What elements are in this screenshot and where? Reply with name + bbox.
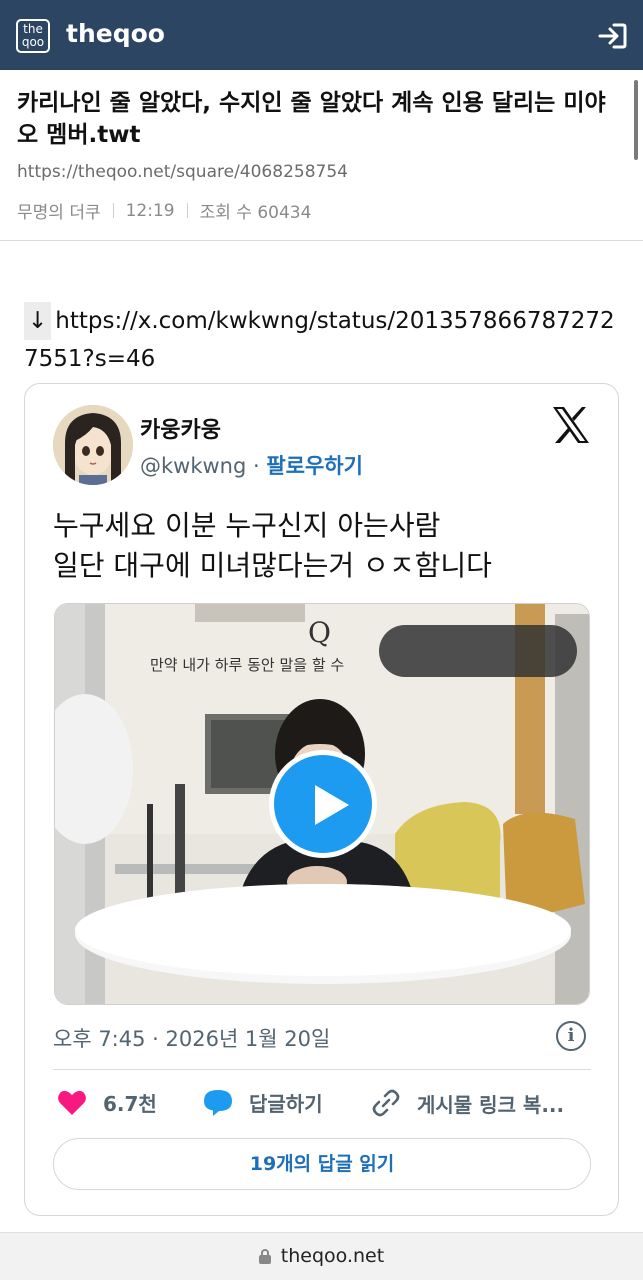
article-title: 카리나인 줄 알았다, 수지인 줄 알았다 계속 인용 달리는 미야오 멤버.t…	[17, 90, 606, 148]
handle-dot: ·	[246, 454, 267, 478]
x-logo-icon[interactable]	[551, 406, 591, 444]
article-views: 조회 수 60434	[199, 203, 312, 223]
reply-bubble-icon	[204, 1089, 232, 1116]
tweet-embed-card: 카웅카웅 @kwkwng · 팔로우하기 누구세요 이분 누구신지 아는사람 일…	[24, 383, 619, 1216]
meta-divider	[112, 203, 114, 218]
top-bar: the qoo theqoo	[0, 0, 643, 70]
browser-address-bar[interactable]: theqoo.net	[0, 1232, 643, 1280]
article-meta: 무명의 더쿠 12:19 조회 수 60434	[17, 198, 312, 224]
theqoo-logo[interactable]: the qoo	[16, 19, 50, 53]
video-caption: 만약 내가 하루 동안 말을 할 수	[150, 656, 345, 674]
info-icon[interactable]: i	[556, 1021, 586, 1051]
article-url[interactable]: https://theqoo.net/square/4068258754	[17, 162, 348, 182]
reply-label: 답글하기	[249, 1092, 323, 1116]
play-button-icon[interactable]	[269, 750, 377, 858]
copy-link-label: 게시물 링크 복...	[417, 1092, 565, 1117]
avatar[interactable]	[53, 405, 133, 485]
heart-icon	[58, 1090, 86, 1115]
video-overlay-pill	[379, 625, 577, 677]
copy-link-button[interactable]: 게시물 링크 복...	[371, 1088, 564, 1118]
lock-icon	[258, 1248, 271, 1264]
login-arrow-icon[interactable]	[597, 22, 627, 50]
site-brand[interactable]: theqoo	[66, 19, 165, 48]
card-divider	[53, 1069, 591, 1070]
tweet-handle[interactable]: @kwkwng	[140, 454, 246, 478]
source-link[interactable]: https://x.com/kwkwng/status/201357866787…	[24, 308, 615, 372]
header-divider	[0, 240, 643, 241]
tweet-display-name[interactable]: 카웅카웅	[140, 412, 221, 444]
read-replies-button[interactable]: 19개의 답글 읽기	[53, 1138, 591, 1190]
address-domain[interactable]: theqoo.net	[281, 1245, 384, 1267]
avatar-image	[53, 405, 133, 485]
link-icon	[372, 1089, 400, 1117]
article-author: 무명의 더쿠	[17, 203, 101, 223]
logo-text-bottom: qoo	[21, 35, 45, 49]
tweet-text-line: 일단 대구에 미녀많다는거 ㅇㅈ함니다	[53, 549, 492, 582]
like-count: 6.7천	[103, 1092, 157, 1116]
scrollbar-thumb[interactable]	[634, 80, 638, 160]
video-overlay-letter: Q	[308, 616, 331, 649]
down-arrow-icon: ↓	[24, 302, 52, 340]
source-link-line: ↓ https://x.com/kwkwng/status/20135786678…	[24, 302, 624, 378]
like-button[interactable]: 6.7천	[57, 1088, 157, 1117]
tweet-handle-row: @kwkwng · 팔로우하기	[140, 450, 363, 480]
address-bar-content: theqoo.net	[258, 1245, 384, 1267]
tweet-actions: 6.7천 답글하기 게시물 링크 복...	[53, 1088, 593, 1122]
tweet-timestamp[interactable]: 오후 7:45 · 2026년 1월 20일	[53, 1023, 330, 1053]
article-time: 12:19	[125, 200, 175, 221]
tweet-video[interactable]: Q 만약 내가 하루 동안 말을 할 수	[54, 603, 590, 1005]
reply-button[interactable]: 답글하기	[203, 1088, 323, 1117]
meta-divider	[186, 203, 188, 218]
tweet-text-line: 누구세요 이분 누구신지 아는사람	[53, 509, 441, 542]
tweet-text: 누구세요 이분 누구신지 아는사람 일단 대구에 미녀많다는거 ㅇㅈ함니다	[53, 506, 593, 586]
follow-button[interactable]: 팔로우하기	[266, 454, 363, 478]
